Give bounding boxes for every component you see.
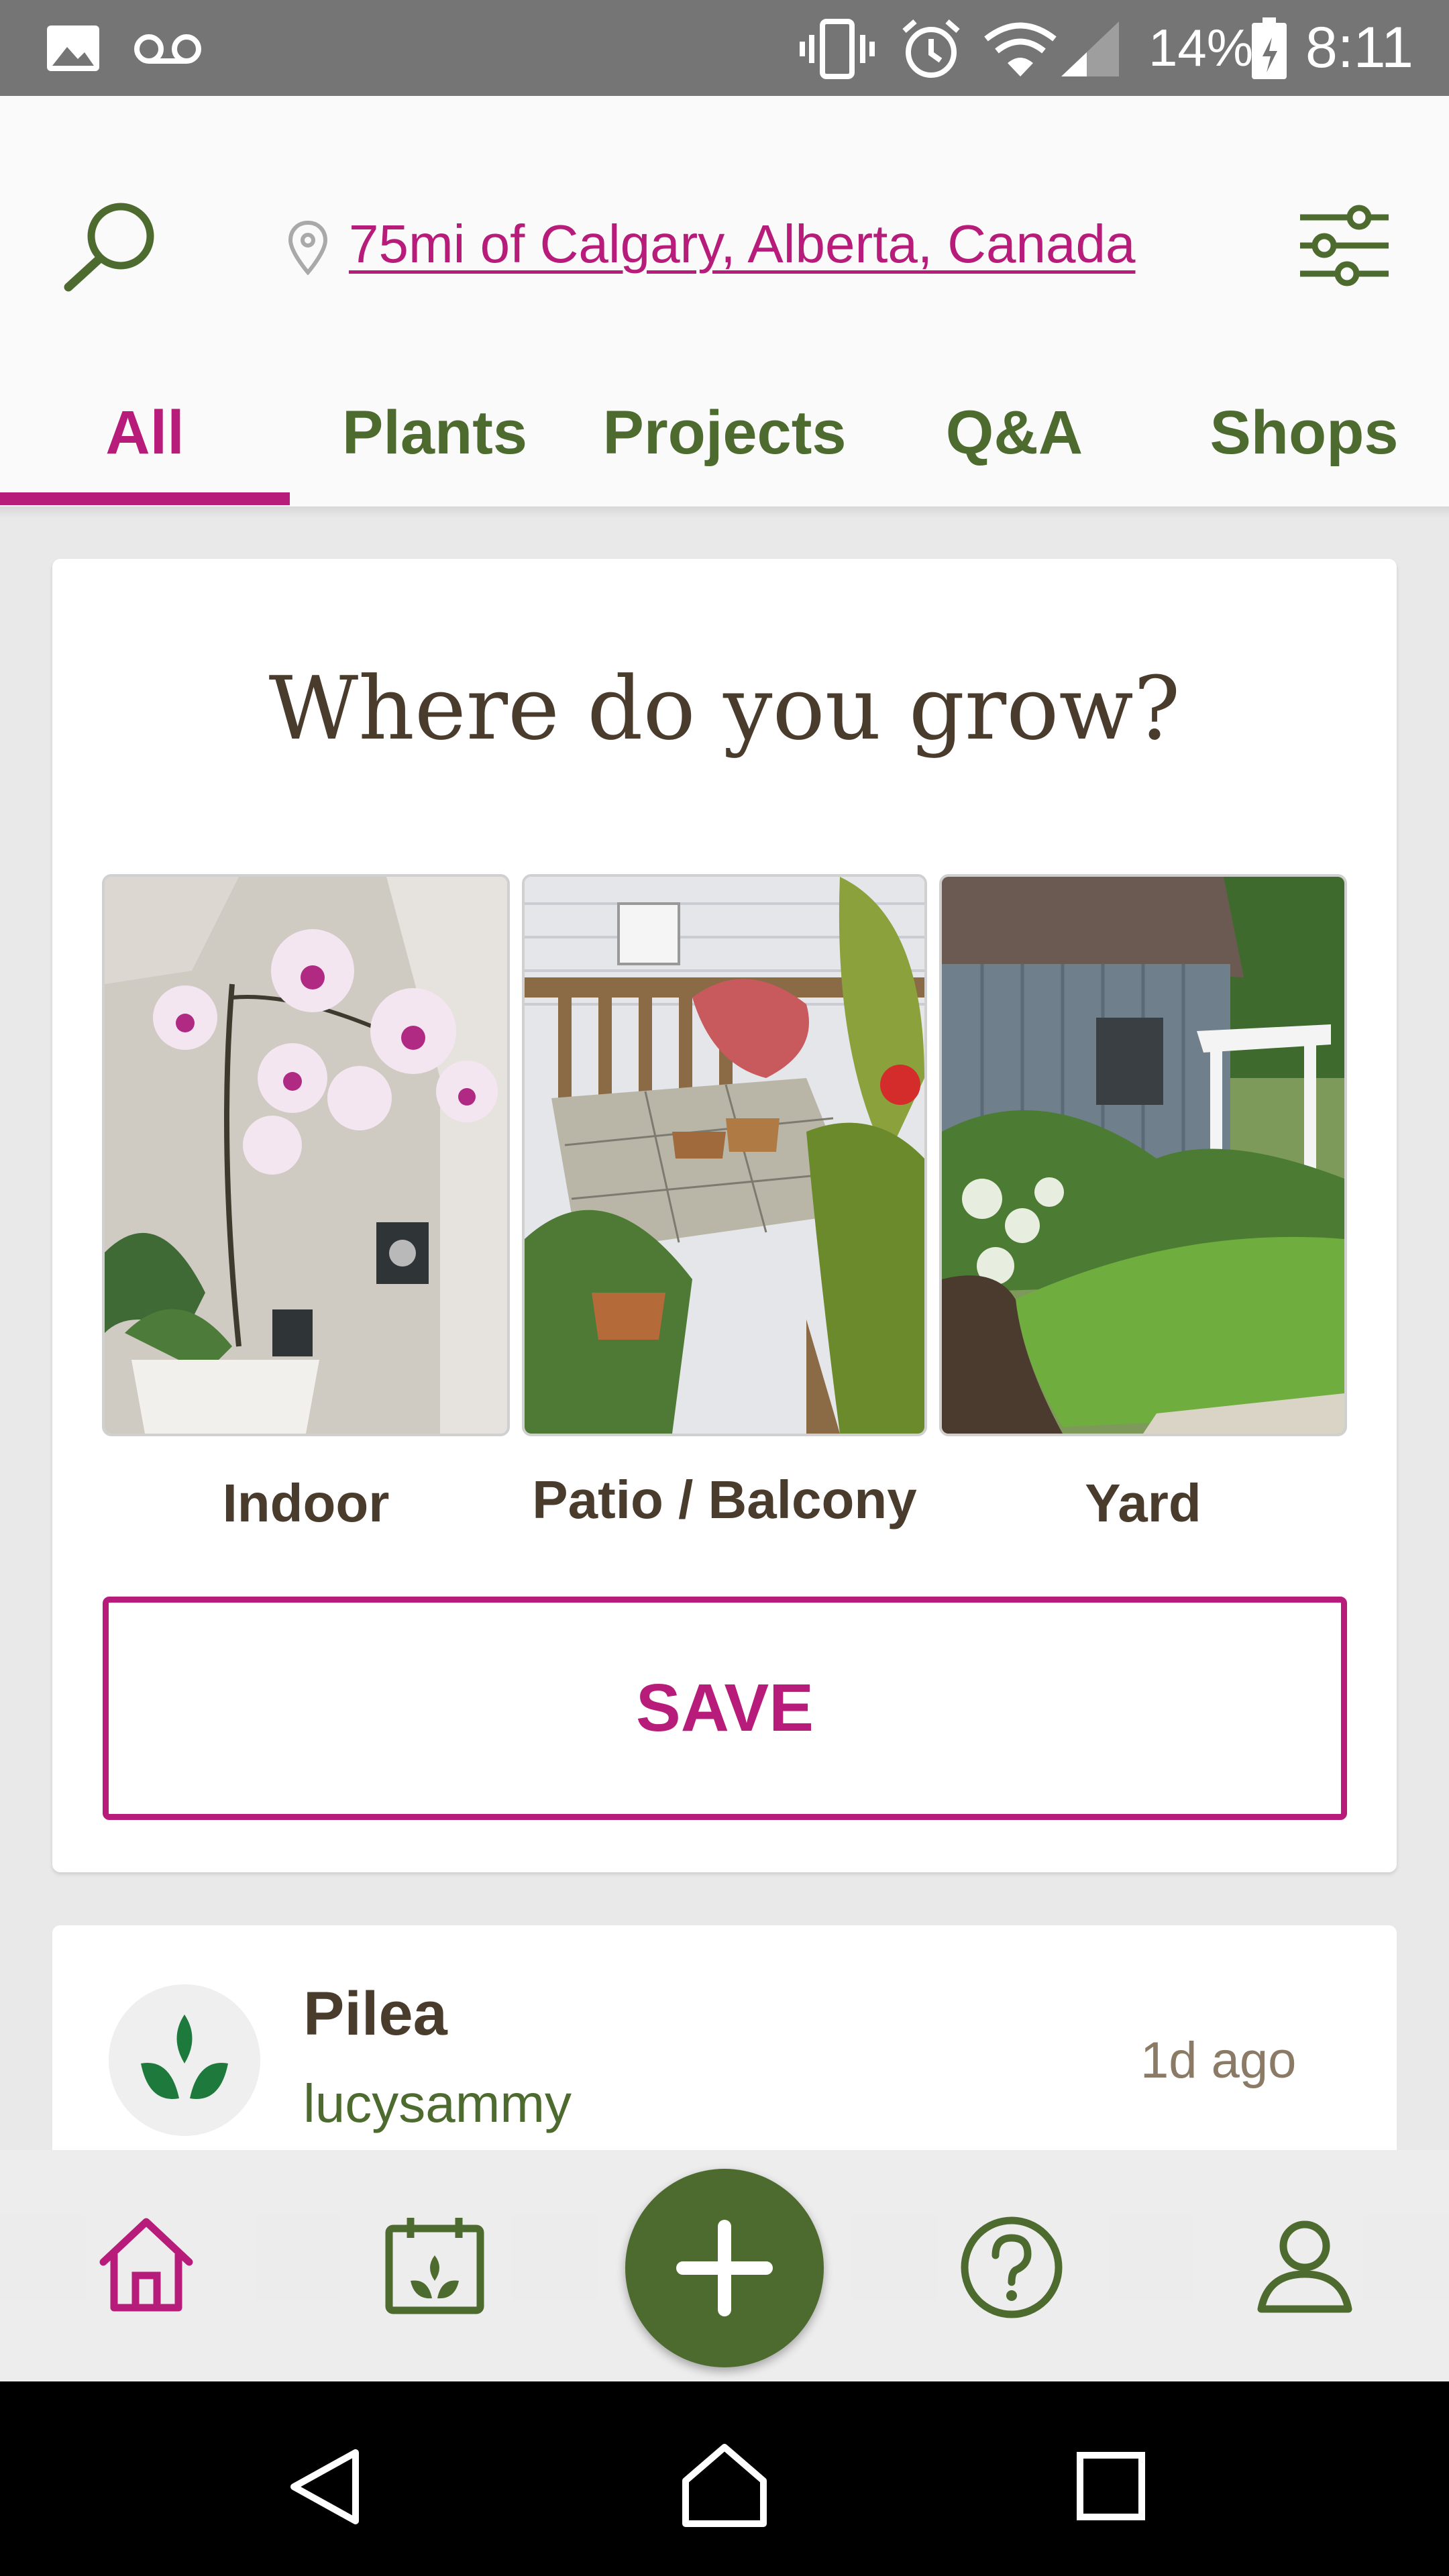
patio-balcony-option-image[interactable] — [522, 874, 927, 1436]
plant-logo-icon — [141, 2015, 228, 2099]
indoor-option-image[interactable] — [102, 874, 510, 1436]
patio-balcony-option-label[interactable]: Patio / Balcony — [522, 1469, 927, 1531]
battery-percent: 14% — [1148, 18, 1254, 77]
status-bar: 14% 8:11 — [0, 0, 1449, 96]
question-icon[interactable] — [959, 2215, 1064, 2320]
vibrate-icon — [800, 19, 875, 79]
add-icon — [676, 2220, 773, 2316]
yard-option-label[interactable]: Yard — [939, 1472, 1347, 1534]
tab-shops[interactable]: Shops — [1159, 396, 1449, 476]
battery-icon — [1252, 17, 1287, 79]
wifi-icon — [984, 22, 1057, 76]
tab-projects[interactable]: Projects — [580, 396, 869, 476]
save-button[interactable]: SAVE — [103, 1597, 1347, 1820]
home-icon[interactable] — [97, 2215, 196, 2313]
tab-qa[interactable]: Q&A — [869, 396, 1159, 476]
clock: 8:11 — [1305, 15, 1413, 80]
post-timestamp: 1d ago — [1140, 2032, 1297, 2089]
search-icon[interactable] — [62, 199, 162, 292]
yard-option-image[interactable] — [939, 874, 1347, 1436]
card-title: Where do you grow? — [268, 657, 1181, 759]
filter-settings-icon[interactable] — [1297, 203, 1391, 288]
calendar-plant-icon[interactable] — [384, 2215, 486, 2314]
back-icon[interactable] — [286, 2447, 365, 2526]
add-button[interactable] — [625, 2169, 824, 2367]
profile-icon[interactable] — [1254, 2216, 1355, 2316]
voicemail-icon — [134, 34, 201, 64]
active-tab-indicator — [0, 492, 290, 505]
avatar[interactable] — [109, 1984, 260, 2136]
tab-all[interactable]: All — [0, 396, 290, 476]
image-icon — [47, 25, 99, 71]
post-title[interactable]: Pilea — [303, 1979, 447, 2049]
header-shadow — [0, 506, 1449, 519]
post-username[interactable]: lucysammy — [303, 2073, 572, 2135]
signal-icon — [1061, 21, 1119, 76]
tab-plants[interactable]: Plants — [290, 396, 580, 476]
alarm-icon — [902, 19, 960, 78]
indoor-option-label[interactable]: Indoor — [102, 1472, 510, 1534]
home-nav-icon[interactable] — [682, 2442, 767, 2528]
recents-icon[interactable] — [1076, 2451, 1146, 2521]
location-filter-link[interactable]: 75mi of Calgary, Alberta, Canada — [349, 213, 1136, 275]
location-pin-icon — [288, 220, 328, 275]
